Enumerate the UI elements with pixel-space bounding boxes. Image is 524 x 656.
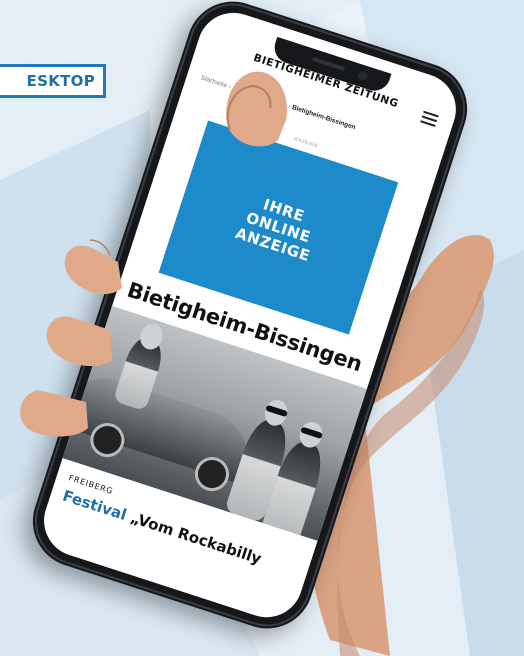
headline-text: „Vom Rockabilly	[123, 506, 264, 568]
breadcrumb-item-cities[interactable]: Städte	[268, 96, 288, 108]
breadcrumb-item-home[interactable]: Startseite	[200, 74, 228, 89]
headline-accent: Festival	[60, 486, 129, 525]
phone-scene: BIETIGHEIMER ZEITUNG Startseite › Südwes…	[0, 0, 524, 656]
smartphone: BIETIGHEIMER ZEITUNG Startseite › Südwes…	[20, 0, 480, 641]
breadcrumb-current: Bietigheim-Bissingen	[290, 104, 357, 132]
camera-icon	[357, 70, 369, 82]
breadcrumb-item-region[interactable]: Südwesten	[231, 85, 264, 102]
